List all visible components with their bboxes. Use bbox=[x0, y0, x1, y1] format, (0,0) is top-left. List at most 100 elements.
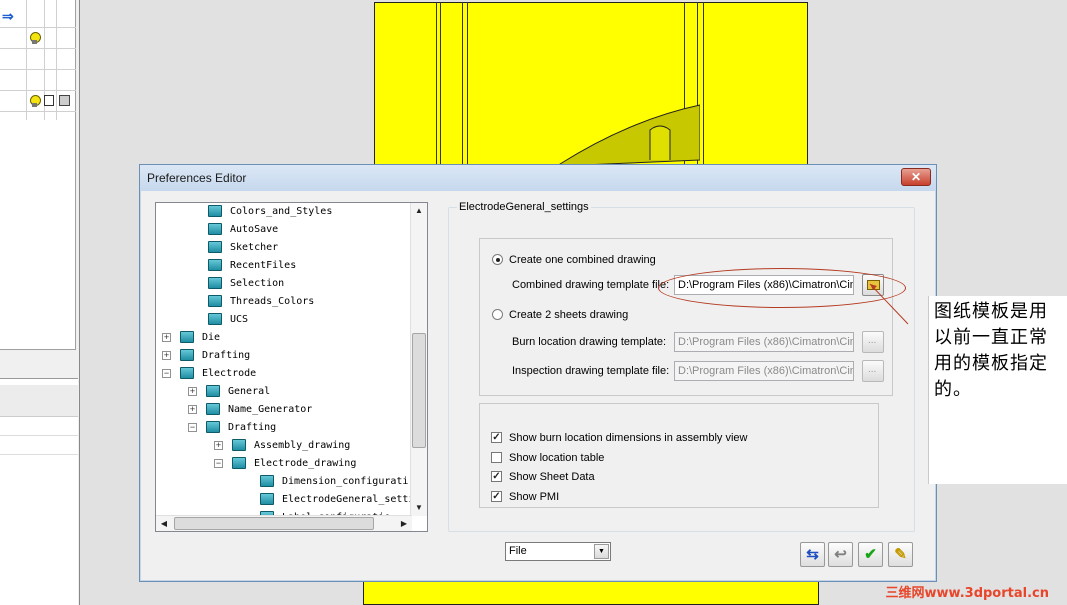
scroll-thumb[interactable] bbox=[174, 517, 374, 530]
tree-item[interactable]: AutoSave bbox=[208, 221, 278, 239]
tree-horizontal-scrollbar[interactable]: ◀ ▶ bbox=[156, 515, 412, 531]
settings-group: ElectrodeGeneral_settings Create one com… bbox=[448, 201, 915, 532]
inspection-template-label: Inspection drawing template file: bbox=[512, 365, 670, 377]
checkmark-icon: ✔ bbox=[864, 546, 877, 563]
watermark: 三维网www.3dportal.cn bbox=[885, 586, 1049, 601]
category-select-value: File bbox=[509, 545, 527, 557]
layer-grid: ⇒ bbox=[0, 0, 76, 350]
tree-item-label: Electrode bbox=[202, 368, 257, 379]
lightbulb-icon[interactable] bbox=[30, 95, 41, 107]
undo-icon: ↩ bbox=[834, 546, 847, 563]
list-arrow-icon: ⇆ bbox=[806, 546, 819, 563]
lightbulb-icon[interactable] bbox=[30, 32, 41, 44]
tree-item[interactable]: UCS bbox=[208, 311, 248, 329]
folder-icon bbox=[208, 295, 222, 307]
tree-item[interactable]: Dimension_configurati bbox=[260, 473, 408, 491]
cube-icon[interactable] bbox=[59, 95, 70, 106]
tree-item[interactable]: Selection bbox=[208, 275, 284, 293]
undo-button[interactable]: ↩ bbox=[828, 542, 853, 567]
tree-item-label: Die bbox=[202, 332, 221, 343]
dialog-title: Preferences Editor bbox=[147, 171, 247, 185]
burn-template-browse-button[interactable] bbox=[862, 331, 884, 353]
folder-icon bbox=[208, 241, 222, 253]
scroll-left-icon[interactable]: ◀ bbox=[156, 516, 172, 531]
combined-drawing-label: Create one combined drawing bbox=[509, 254, 656, 266]
folder-icon bbox=[232, 457, 246, 469]
settings-group-title: ElectrodeGeneral_settings bbox=[457, 201, 591, 213]
tree-item[interactable]: − Electrode bbox=[162, 365, 256, 383]
folder-icon bbox=[232, 439, 246, 451]
expand-icon[interactable]: + bbox=[162, 332, 171, 342]
pencil-icon: ✎ bbox=[894, 546, 907, 563]
tree-item[interactable]: − Drafting bbox=[188, 419, 276, 437]
expand-icon[interactable]: + bbox=[188, 404, 197, 414]
tree-item-selected[interactable]: ElectrodeGeneral_setti bbox=[260, 491, 414, 509]
burn-template-field[interactable]: D:\Program Files (x86)\Cimatron\Cim bbox=[674, 332, 854, 352]
category-select[interactable]: File ▼ bbox=[505, 542, 611, 561]
location-table-checkbox[interactable] bbox=[491, 452, 502, 463]
preferences-tree[interactable]: Colors_and_Styles AutoSave Sketcher Rece… bbox=[155, 202, 428, 532]
combined-template-label: Combined drawing template file: bbox=[512, 279, 670, 291]
sheet-data-label: Show Sheet Data bbox=[509, 471, 595, 483]
folder-icon bbox=[206, 421, 220, 433]
burn-dimensions-checkbox[interactable]: ✓ bbox=[491, 432, 502, 443]
tree-item-label: RecentFiles bbox=[230, 260, 297, 271]
close-button[interactable]: ✕ bbox=[901, 168, 931, 186]
folder-icon bbox=[208, 277, 222, 289]
display-options-group: ✓ Show burn location dimensions in assem… bbox=[479, 403, 879, 508]
scroll-thumb[interactable] bbox=[412, 333, 426, 448]
tree-item[interactable]: RecentFiles bbox=[208, 257, 296, 275]
expand-icon[interactable]: + bbox=[188, 386, 197, 396]
folder-icon bbox=[260, 493, 274, 505]
two-sheets-radio[interactable] bbox=[492, 309, 503, 320]
expand-icon[interactable]: + bbox=[214, 440, 223, 450]
square-icon[interactable] bbox=[44, 95, 54, 106]
scroll-down-icon[interactable]: ▼ bbox=[411, 500, 427, 516]
tree-vertical-scrollbar[interactable]: ▲ ▼ bbox=[410, 203, 427, 516]
tree-item-label: Sketcher bbox=[230, 242, 279, 253]
folder-icon bbox=[208, 205, 222, 217]
collapse-icon[interactable]: − bbox=[214, 458, 223, 468]
tree-item[interactable]: − Electrode_drawing bbox=[214, 455, 356, 473]
burn-dimensions-label: Show burn location dimensions in assembl… bbox=[509, 432, 748, 444]
combined-drawing-radio[interactable] bbox=[492, 254, 503, 265]
annotation-text: 图纸模板是用以前一直正常用的模板指定的。 bbox=[934, 301, 1048, 400]
chevron-down-icon[interactable]: ▼ bbox=[594, 544, 609, 559]
tree-item-label: Assembly_drawing bbox=[254, 440, 351, 451]
folder-icon bbox=[260, 475, 274, 487]
arrow-right-icon[interactable]: ⇒ bbox=[2, 8, 14, 25]
location-table-label: Show location table bbox=[509, 452, 605, 464]
folder-icon bbox=[180, 349, 194, 361]
sheet-data-checkbox[interactable]: ✓ bbox=[491, 471, 502, 482]
exit-button[interactable]: ✎ bbox=[888, 542, 913, 567]
tree-item[interactable]: Colors_and_Styles bbox=[208, 203, 332, 221]
inspection-template-field[interactable]: D:\Program Files (x86)\Cimatron\Cim bbox=[674, 361, 854, 381]
tree-item-label: Threads_Colors bbox=[230, 296, 315, 307]
folder-icon bbox=[208, 313, 222, 325]
tree-item-label: Selection bbox=[230, 278, 285, 289]
tree-item[interactable]: + Die bbox=[162, 329, 220, 347]
tree-item-label: ElectrodeGeneral_setti bbox=[282, 494, 415, 505]
tree-item-label: General bbox=[228, 386, 271, 397]
list-import-button[interactable]: ⇆ bbox=[800, 542, 825, 567]
expand-icon[interactable]: + bbox=[162, 350, 171, 360]
drawing-mode-group: Create one combined drawing Combined dra… bbox=[479, 238, 893, 396]
tree-item[interactable]: + Drafting bbox=[162, 347, 250, 365]
folder-icon bbox=[180, 331, 194, 343]
collapse-icon[interactable]: − bbox=[188, 422, 197, 432]
scroll-up-icon[interactable]: ▲ bbox=[411, 203, 427, 219]
tree-item[interactable]: + Name_Generator bbox=[188, 401, 312, 419]
ok-button[interactable]: ✔ bbox=[858, 542, 883, 567]
tree-item[interactable]: Threads_Colors bbox=[208, 293, 314, 311]
tree-item-label: Electrode_drawing bbox=[254, 458, 357, 469]
scroll-right-icon[interactable]: ▶ bbox=[396, 516, 412, 531]
tree-item[interactable]: + Assembly_drawing bbox=[214, 437, 350, 455]
burn-template-label: Burn location drawing template: bbox=[512, 336, 667, 348]
tree-item[interactable]: Sketcher bbox=[208, 239, 278, 257]
pmi-checkbox[interactable]: ✓ bbox=[491, 491, 502, 502]
collapse-icon[interactable]: − bbox=[162, 368, 171, 378]
tree-item[interactable]: + General bbox=[188, 383, 270, 401]
inspection-template-browse-button[interactable] bbox=[862, 360, 884, 382]
tree-item-label: Dimension_configurati bbox=[282, 476, 409, 487]
title-bar[interactable]: Preferences Editor ✕ bbox=[140, 165, 936, 191]
